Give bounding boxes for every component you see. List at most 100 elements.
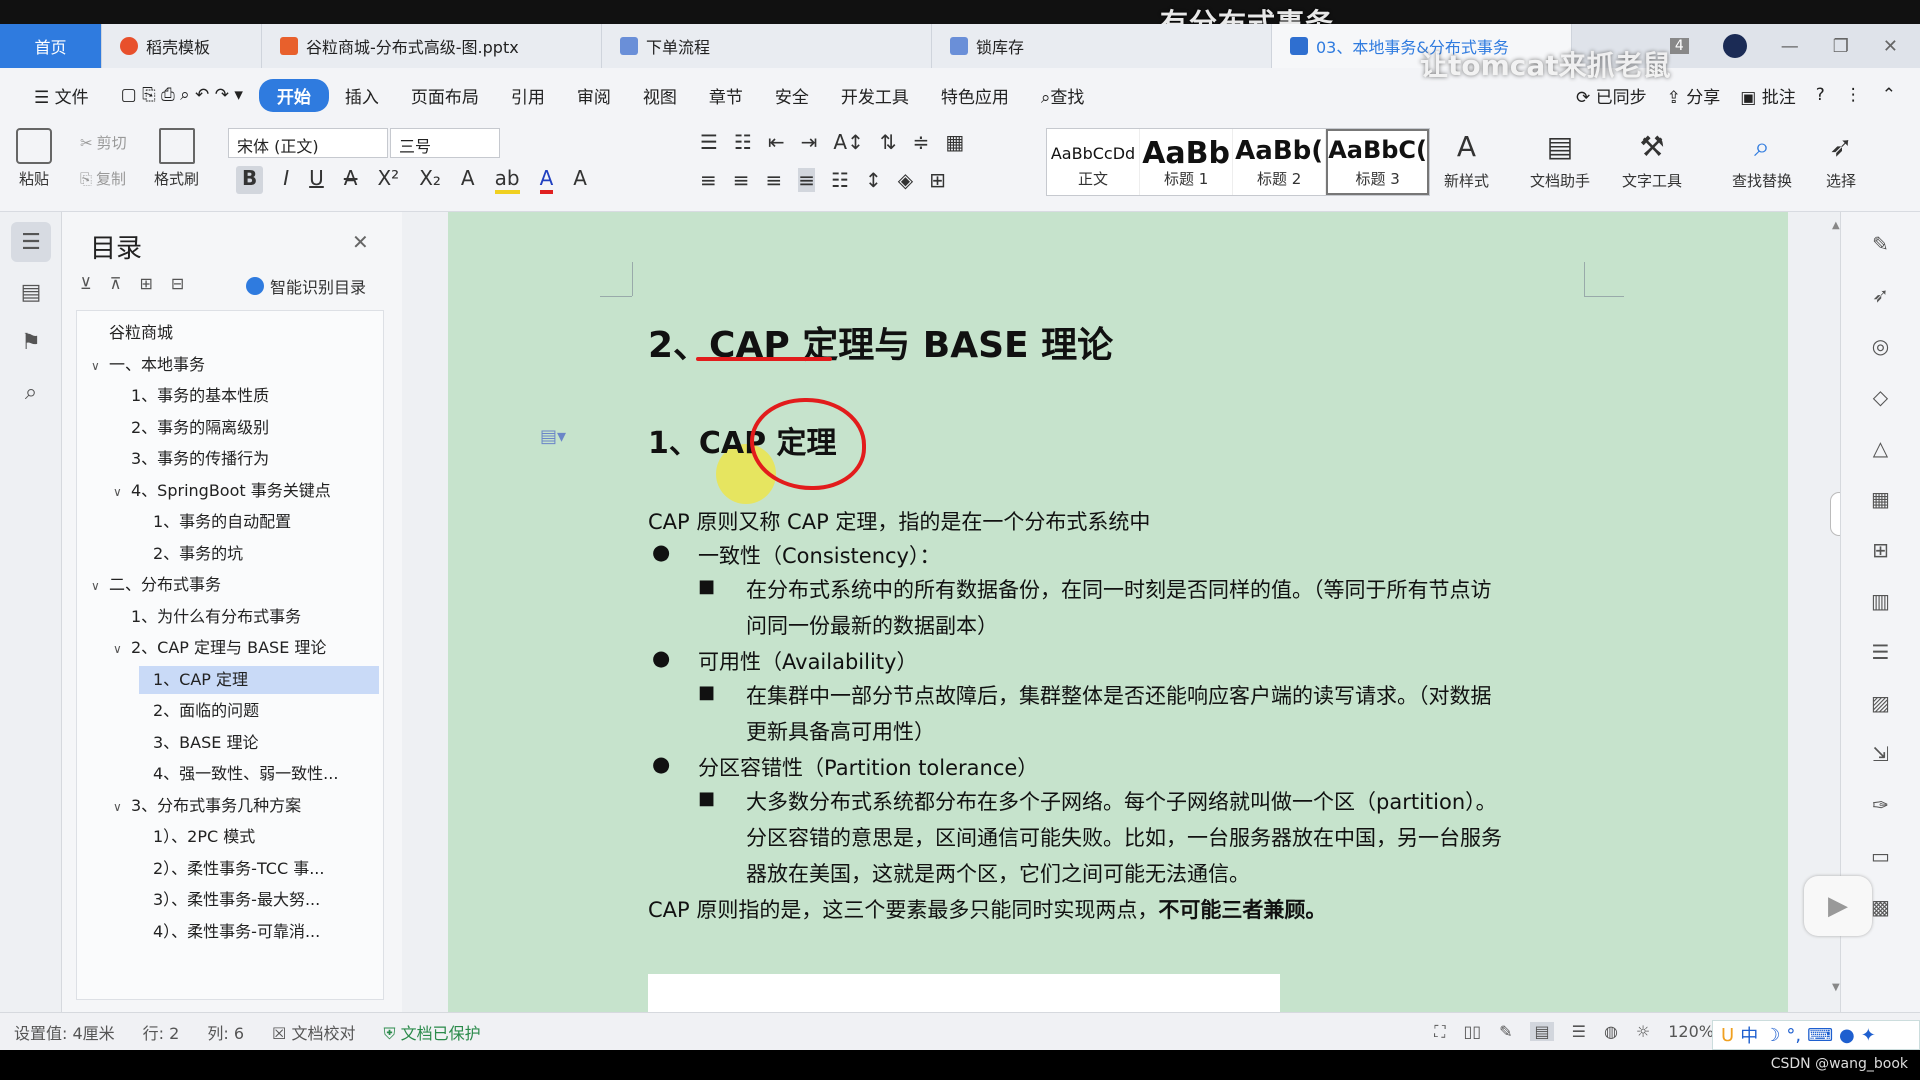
menu-security[interactable]: 安全 [759,83,825,108]
superscript-button[interactable]: X² [377,166,399,194]
ime-mode[interactable]: 中 [1740,1022,1758,1048]
quick-access-icons[interactable]: ▢ ⎘ ⎙ ⌕ ↶ ↷ ▾ [105,85,259,105]
eye-care-icon[interactable]: ☼ [1636,1022,1650,1041]
tab-count-badge[interactable]: 4 [1669,38,1689,54]
style-normal[interactable]: AaBbCcDd 正文 [1047,129,1141,195]
toc-item[interactable]: ∨ 3、分布式事务几种方案 [113,792,301,820]
menu-search[interactable]: ⌕查找 [1025,83,1101,108]
share-button[interactable]: ⇪ 分享 [1667,83,1721,108]
zoom-level[interactable]: 120% [1668,1022,1714,1041]
location-icon[interactable]: ◎ [1864,329,1898,363]
more-icon[interactable]: ⋮ [1845,85,1862,105]
expand-all-icon[interactable]: ⊼ [110,274,122,293]
char-shading-button[interactable]: A [573,166,587,194]
cut-button[interactable]: ✂ 剪切 [80,132,127,153]
menu-devtools[interactable]: 开发工具 [825,83,925,108]
menu-chapter[interactable]: 章节 [693,83,759,108]
font-size-select[interactable]: 三号 [390,128,500,158]
scroll-up-icon[interactable]: ▲ [1832,220,1840,231]
minimize-icon[interactable]: — [1781,36,1799,57]
read-mode-icon[interactable]: ▯▯ [1463,1022,1481,1041]
menu-reference[interactable]: 引用 [495,83,561,108]
toc-item[interactable]: 2、事务的隔离级别 [131,414,269,442]
paste-button[interactable]: 粘贴 [16,128,52,189]
image-icon[interactable]: ▨ [1864,686,1898,720]
toc-item[interactable]: 1、事务的基本性质 [131,382,269,410]
protected-status[interactable]: ⛨ 文档已保护 [369,1020,494,1044]
toc-item[interactable]: ∨ 4、SpringBoot 事务关键点 [113,477,331,505]
collapse-icon[interactable]: ⌃ [1882,85,1896,105]
toc-item[interactable]: 4、强一致性、弱一致性... [153,760,338,788]
toc-item[interactable]: 3）、柔性事务-最大努... [153,886,320,914]
chevron-down-icon[interactable]: ∨ [113,635,131,663]
collapse-all-icon[interactable]: ⊻ [80,274,92,293]
web-view-icon[interactable]: ◍ [1604,1022,1618,1041]
text-effect-button[interactable]: A [461,166,475,194]
outline-view-icon[interactable]: ☰ [1572,1022,1586,1041]
restore-icon[interactable]: ❐ [1833,36,1849,57]
page-view-icon[interactable]: ▤ [1530,1022,1554,1041]
settings-icon[interactable]: ☰ [1864,635,1898,669]
shapes-icon[interactable]: ◇ [1864,380,1898,414]
pages-icon[interactable]: ▤ [11,272,51,312]
user-icon[interactable]: ● [1839,1025,1855,1046]
chevron-down-icon[interactable]: ∨ [113,793,131,821]
doc-assistant-button[interactable]: ▤ 文档助手 [1530,130,1590,191]
find-icon[interactable]: ⌕ [11,372,51,412]
toc-item[interactable]: 2、面临的问题 [153,697,259,725]
menu-review[interactable]: 审阅 [561,83,627,108]
toc-item[interactable]: 2、事务的坑 [153,540,243,568]
tab-lock-stock[interactable]: 锁库存 [932,24,1272,68]
help-icon[interactable]: ? [1816,85,1825,105]
remove-heading-icon[interactable]: ⊟ [171,274,184,293]
chevron-down-icon[interactable]: ∨ [91,352,109,380]
menu-insert[interactable]: 插入 [329,83,395,108]
apps-icon[interactable]: ⊞ [1864,533,1898,567]
add-heading-icon[interactable]: ⊞ [139,274,152,293]
comment-button[interactable]: ▣ 批注 [1740,83,1795,108]
style-heading-2[interactable]: AaBb(标题 2 [1233,129,1327,195]
font-family-select[interactable]: 宋体 (正文) [228,128,388,158]
menu-file[interactable]: ☰ 文件 [18,83,105,108]
paragraph-tools-bottom[interactable]: ≡ ≡ ≡ ≡ ☷ ↕ ◈ ⊞ [700,168,946,192]
chevron-down-icon[interactable]: ∨ [113,478,131,506]
toc-item[interactable]: 3、BASE 理论 [153,729,258,757]
proofread-button[interactable]: ☒ 文档校对 [258,1020,369,1044]
punct-icon[interactable]: °, [1786,1025,1801,1046]
italic-button[interactable]: I [283,166,289,194]
sync-button[interactable]: ⟳ 已同步 [1576,83,1647,108]
tab-pptx[interactable]: 谷粒商城-分布式高级-图.pptx [262,24,602,68]
menu-home[interactable]: 开始 [258,78,329,112]
paragraph-marker-icon[interactable]: ▤▾ [540,426,566,447]
moon-icon[interactable]: ☽ [1764,1025,1780,1046]
toc-item[interactable]: ∨ 一、本地事务 [91,351,205,379]
tab-order-flow[interactable]: 下单流程 [602,24,932,68]
edit-mode-icon[interactable]: ✎ [1499,1022,1512,1041]
paragraph-tools-top[interactable]: ☰ ☷ ⇤ ⇥ A↕ ⇅ ≑ ▦ [700,130,964,154]
select-button[interactable]: ➶ 选择 [1826,130,1856,191]
toc-item[interactable]: 1）、2PC 模式 [153,823,255,851]
ime-toolbar[interactable]: U 中 ☽ °, ⌨ ● ✦ [1712,1020,1920,1050]
text-tools-button[interactable]: ⚒ 文字工具 [1622,130,1682,191]
export-icon[interactable]: ⇲ [1864,737,1898,771]
box-icon[interactable]: ▭ [1864,839,1898,873]
close-icon[interactable]: ✕ [352,230,369,254]
find-replace-button[interactable]: ⌕ 查找替换 [1732,130,1792,191]
toc-item[interactable]: 谷粒商城 [109,319,173,347]
video-play-button[interactable]: ▶ [1804,876,1872,936]
format-painter-button[interactable]: 格式刷 [154,128,199,189]
chevron-down-icon[interactable]: ∨ [91,572,109,600]
menu-view[interactable]: 视图 [627,83,693,108]
table-icon[interactable]: ▦ [1864,482,1898,516]
highlight-button[interactable]: ab [494,166,520,194]
underline-button[interactable]: U [309,166,324,194]
keyboard-icon[interactable]: ⌨ [1807,1025,1833,1046]
menu-features[interactable]: 特色应用 [925,83,1025,108]
toc-item[interactable]: 2）、柔性事务-TCC 事... [153,855,324,883]
tab-docer[interactable]: 稻壳模板 [102,24,262,68]
scroll-down-icon[interactable]: ▼ [1832,982,1840,993]
menu-layout[interactable]: 页面布局 [395,83,495,108]
strikethrough-button[interactable]: A [344,166,358,194]
toc-item-selected[interactable]: 1、CAP 定理 [139,665,379,694]
copy-button[interactable]: ⎘ 复制 [80,168,126,189]
